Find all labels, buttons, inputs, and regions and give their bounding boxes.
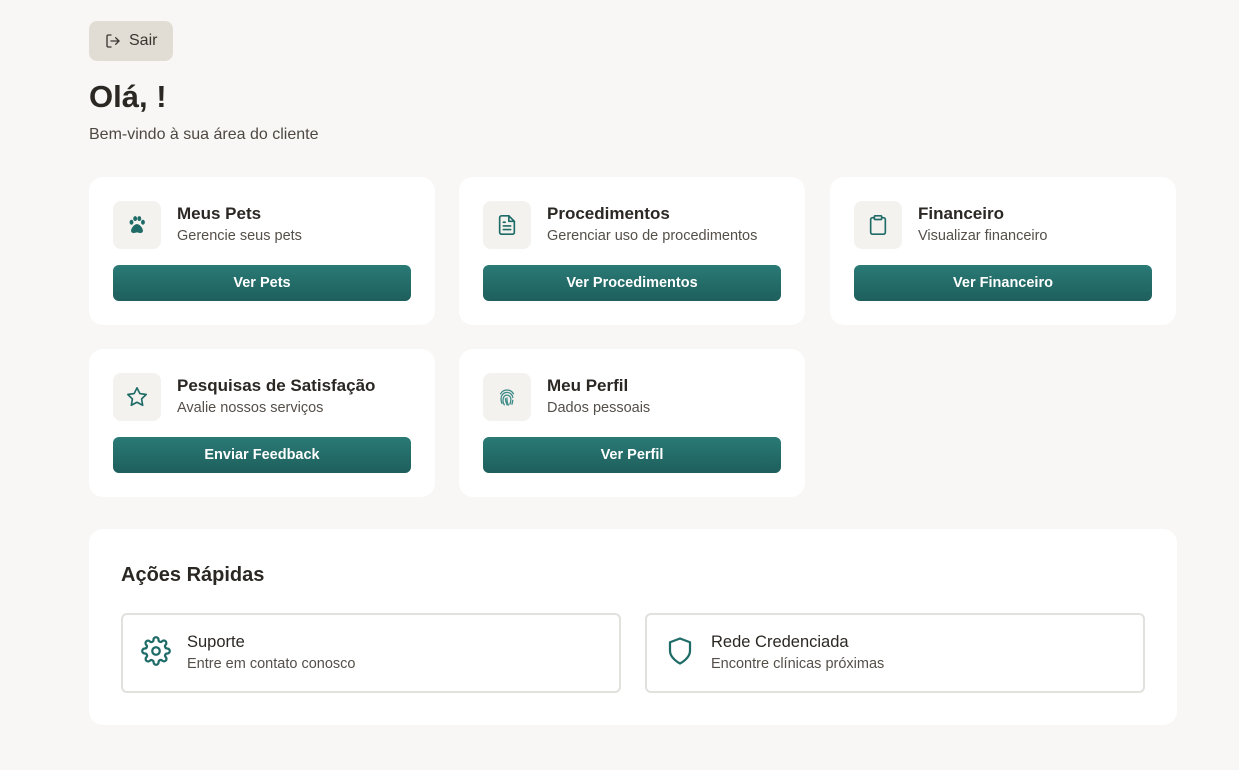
card-title: Financeiro <box>918 204 1004 223</box>
card-meu-perfil: Meu Perfil Dados pessoais Ver Perfil <box>459 349 805 497</box>
page-title: Olá, ! <box>89 79 167 114</box>
ver-perfil-button[interactable]: Ver Perfil <box>483 437 781 473</box>
quick-actions-panel: Ações Rápidas Suporte Entre em contato c… <box>89 529 1177 725</box>
card-financeiro: Financeiro Visualizar financeiro Ver Fin… <box>830 177 1176 325</box>
paw-icon <box>113 201 161 249</box>
logout-button[interactable]: Sair <box>89 21 174 61</box>
quick-action-description: Encontre clínicas próximas <box>711 656 885 672</box>
card-description: Gerencie seus pets <box>177 228 302 244</box>
card-title: Procedimentos <box>547 204 670 223</box>
enviar-feedback-button[interactable]: Enviar Feedback <box>113 437 411 473</box>
gear-icon <box>141 635 171 671</box>
card-meus-pets: Meus Pets Gerencie seus pets Ver Pets <box>89 177 435 325</box>
card-description: Avalie nossos serviços <box>177 400 324 416</box>
card-pesquisas: Pesquisas de Satisfação Avalie nossos se… <box>89 349 435 497</box>
card-description: Visualizar financeiro <box>918 228 1048 244</box>
card-description: Gerenciar uso de procedimentos <box>547 228 758 244</box>
dashboard: Sair Olá, ! Bem-vindo à sua área do clie… <box>89 21 1177 725</box>
shield-icon <box>665 636 695 671</box>
logout-icon <box>105 33 121 49</box>
ver-procedimentos-button[interactable]: Ver Procedimentos <box>483 265 781 301</box>
quick-action-title: Suporte <box>187 633 245 651</box>
quick-action-rede-credenciada[interactable]: Rede Credenciada Encontre clínicas próxi… <box>645 613 1145 693</box>
card-procedimentos: Procedimentos Gerenciar uso de procedime… <box>459 177 805 325</box>
ver-financeiro-button[interactable]: Ver Financeiro <box>854 265 1152 301</box>
card-title: Pesquisas de Satisfação <box>177 376 376 395</box>
quick-action-title: Rede Credenciada <box>711 633 849 651</box>
card-title: Meus Pets <box>177 204 262 223</box>
clipboard-icon <box>854 201 902 249</box>
star-icon <box>113 373 161 421</box>
card-title: Meu Perfil <box>547 376 629 395</box>
logout-label: Sair <box>129 32 158 49</box>
fingerprint-icon <box>483 373 531 421</box>
card-description: Dados pessoais <box>547 400 651 416</box>
document-icon <box>483 201 531 249</box>
quick-action-suporte[interactable]: Suporte Entre em contato conosco <box>121 613 621 693</box>
page-subtitle: Bem-vindo à sua área do cliente <box>89 126 319 143</box>
quick-action-description: Entre em contato conosco <box>187 656 356 672</box>
ver-pets-button[interactable]: Ver Pets <box>113 265 411 301</box>
quick-actions-title: Ações Rápidas <box>121 564 265 586</box>
